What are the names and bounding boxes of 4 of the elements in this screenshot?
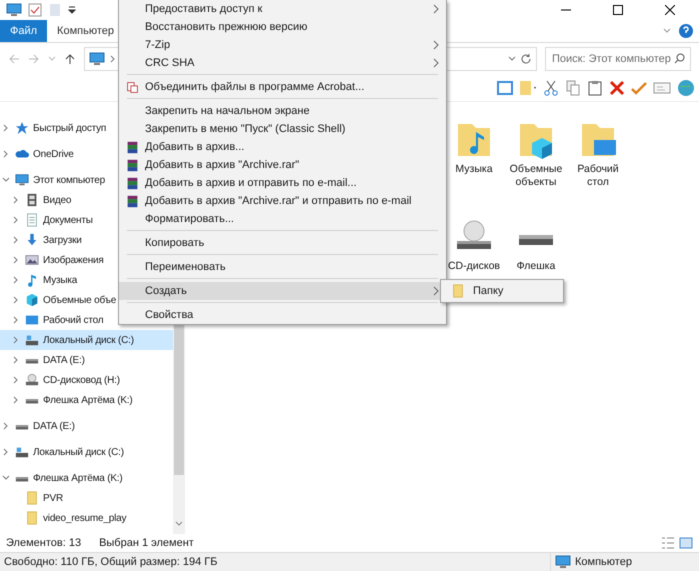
status-text: Выбран 1 элемент — [99, 537, 194, 549]
free-space-text: Свободно: 110 ГБ, Общий размер: 194 ГБ — [4, 556, 218, 568]
status-text: Элементов: 13 — [6, 537, 82, 549]
location-text: Компьютер — [575, 556, 632, 568]
